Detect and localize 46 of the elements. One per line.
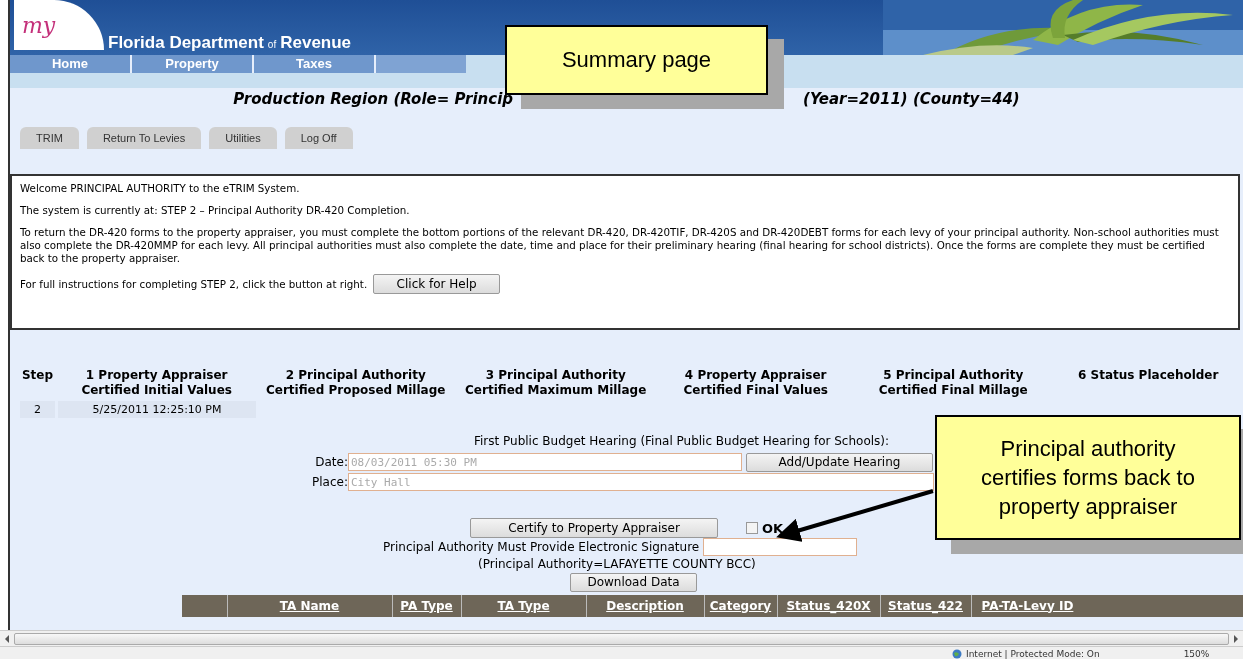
column-header: 5 Principal Authority Certified Final Millage — [877, 368, 1029, 399]
authority-text: (Principal Authority=LAFAYETTE COUNTY BCC) — [478, 557, 757, 571]
welcome-text: Welcome PRINCIPAL AUTHORITY to the eTRIM System. — [20, 182, 301, 195]
department-title-end: Revenue — [280, 33, 352, 53]
certify-button[interactable]: Certify to Property Appraiser — [470, 518, 718, 538]
department-title: Florida Department — [108, 33, 264, 53]
column-header: 2 Principal Authority Certified Proposed Millage — [264, 368, 447, 399]
table-cell: 5/25/2011 12:25:10 PM — [58, 401, 256, 418]
column-header: 6 Status Placeholder — [1077, 368, 1220, 384]
scroll-right-icon[interactable] — [1233, 634, 1239, 643]
callout-text: Principal authority certifies forms back to property appraiser — [980, 435, 1196, 521]
logo-text: my — [22, 12, 56, 38]
table-cell: 2 — [20, 401, 55, 418]
region-title: (Year=2011) (County=44) — [803, 90, 1020, 108]
welcome-text: To return the DR-420 forms to the property appraiser, you must complete the bottom portions of the relevant DR-420, DR-420TIF, DR-420S and DR-420DEBT forms for each levy of your principal authority. Non-school authorities must also complete the DR-420MMP for each levy. All principal authorities must also complete the date, time and place for their preliminary hearing (final hearing for school districts). Once the forms are complete they must be certified back to the property appraiser. — [20, 226, 1220, 265]
menu-tab[interactable]: Return To Levies — [86, 127, 202, 149]
horizontal-scrollbar[interactable] — [0, 630, 1243, 646]
scroll-thumb[interactable] — [14, 632, 1229, 645]
field-label: Place: — [311, 475, 348, 489]
column-header: 3 Principal Authority Certified Maximum Millage — [464, 368, 648, 399]
menu-tab[interactable]: Log Off — [284, 127, 353, 149]
nav-tab[interactable]: Home — [10, 55, 132, 73]
download-button[interactable]: Download Data — [570, 572, 697, 592]
column-header: 1 Property Appraiser Certified Initial Values — [80, 368, 233, 399]
nav-tab[interactable]: Taxes — [254, 55, 376, 73]
help-button[interactable]: Click for Help — [373, 274, 501, 294]
menu-tab[interactable]: Utilities — [209, 127, 277, 149]
signature-label: Principal Authority Must Provide Electronic Signature — [383, 540, 700, 554]
ok-label: OK — [762, 520, 784, 536]
zoom-level[interactable]: 150% — [1183, 649, 1210, 659]
welcome-text: The system is currently at: STEP 2 – Principal Authority DR-420 Completion. — [20, 204, 411, 217]
scroll-left-icon[interactable] — [4, 634, 10, 643]
nav-tab[interactable]: Property — [132, 55, 254, 73]
menu-tab[interactable]: TRIM — [20, 127, 79, 149]
globe-icon — [952, 649, 962, 659]
security-zone: Internet | Protected Mode: On — [966, 649, 1100, 659]
region-title: Production Region (Role= Princip — [233, 90, 514, 108]
column-header: Step — [20, 368, 54, 384]
hearing-title: First Public Budget Hearing (Final Public Budget Hearing for Schools): — [472, 434, 891, 448]
checkbox[interactable] — [746, 522, 758, 534]
department-title-of: of — [267, 39, 277, 50]
column-header: 4 Property Appraiser Certified Final Values — [682, 368, 829, 399]
help-instructions: For full instructions for completing STEP 2, click the button at right. — [20, 278, 368, 290]
signature-field[interactable] — [703, 538, 858, 556]
callout-text: Summary page — [561, 47, 712, 73]
field-label: Date: — [314, 455, 348, 469]
